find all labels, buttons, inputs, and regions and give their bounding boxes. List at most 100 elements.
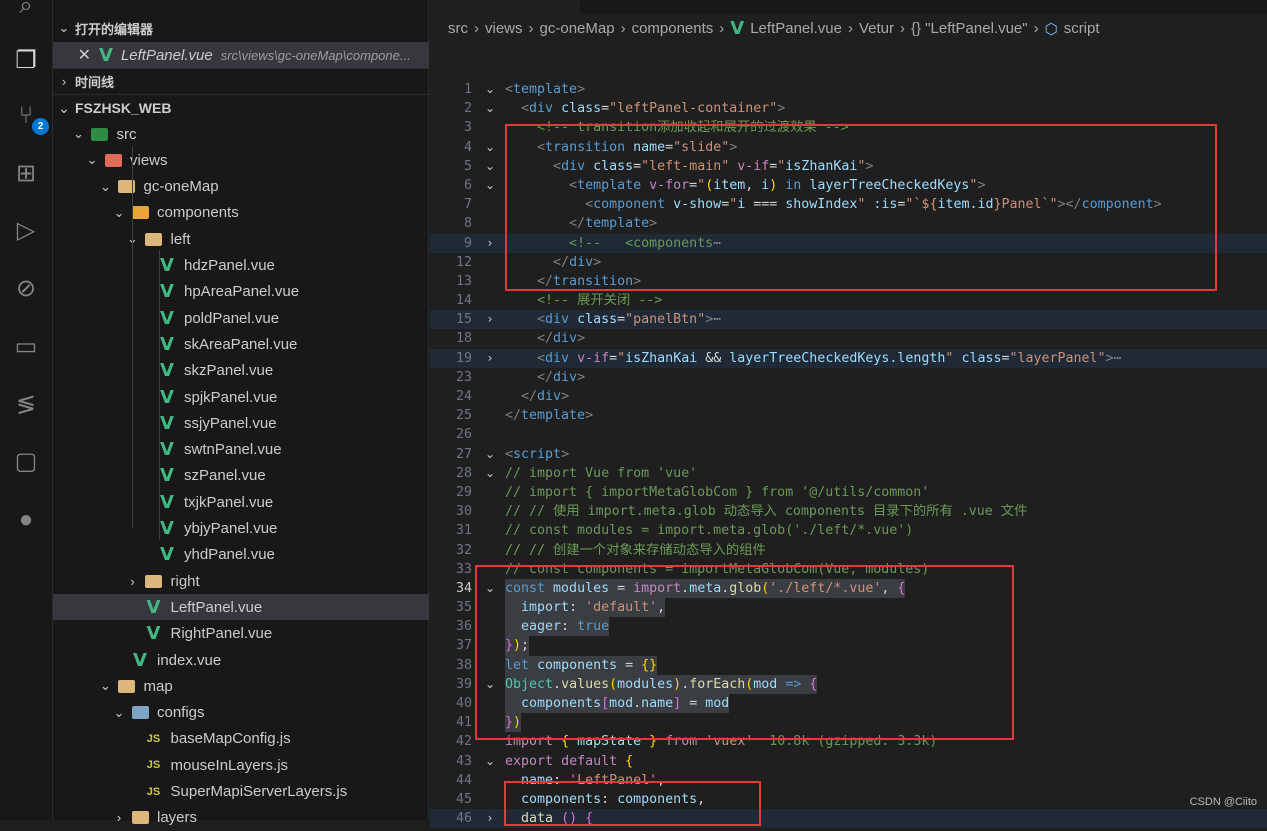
code-text: </div>: [505, 387, 569, 406]
fold-expanded-icon[interactable]: ⌄: [482, 464, 498, 483]
code-token: template: [513, 82, 578, 97]
tree-file[interactable]: VspjkPanel.vue: [53, 384, 429, 410]
code-line[interactable]: 26: [430, 425, 1267, 444]
code-line[interactable]: 25 </template>: [430, 406, 1267, 425]
close-icon[interactable]: ✕: [53, 45, 91, 65]
fold-collapsed-icon[interactable]: ›: [482, 234, 498, 253]
code-line[interactable]: 19 › <div v-if="isZhanKai && layerTreeChe…: [430, 348, 1267, 368]
tree-folder[interactable]: ⌄ map: [53, 673, 429, 699]
tree-folder[interactable]: ⌄ views: [53, 147, 429, 173]
code-line[interactable]: 2 ⌄ <div class="leftPanel-container">: [430, 99, 1267, 118]
line-number: 36: [455, 619, 472, 635]
fold-collapsed-icon[interactable]: ›: [482, 809, 498, 828]
code-line[interactable]: 32 // // 创建一个对象来存储动态导入的组件: [430, 541, 1267, 560]
tree-file[interactable]: VybjyPanel.vue: [53, 516, 429, 542]
tree-folder[interactable]: ⌄ configs: [53, 700, 429, 726]
chat-icon[interactable]: ▢: [8, 443, 44, 479]
code-text: <script>: [505, 445, 569, 464]
folder-icon: [131, 205, 149, 221]
folder-icon[interactable]: ▭: [8, 328, 44, 364]
chevron-down-icon: ⌄: [100, 178, 111, 194]
line-number: 5: [463, 158, 472, 174]
tree-file[interactable]: VtxjkPanel.vue: [53, 489, 429, 515]
source-control-icon[interactable]: ⑂ 2: [8, 98, 49, 135]
code-line[interactable]: 43 ⌄ export default {: [430, 752, 1267, 771]
search-icon[interactable]: ⌕: [8, 0, 44, 24]
breadcrumb-item[interactable]: LeftPanel.vue: [750, 20, 842, 37]
tree-file[interactable]: VskAreaPanel.vue: [53, 331, 429, 357]
open-editors-header[interactable]: ⌄ 打开的编辑器: [53, 15, 429, 41]
tree-file[interactable]: V LeftPanel.vue: [53, 594, 429, 621]
remote-icon[interactable]: ≶: [8, 386, 44, 422]
code-line[interactable]: 31 // const modules = import.meta.glob('.…: [430, 521, 1267, 540]
tree-file[interactable]: V RightPanel.vue: [53, 621, 429, 647]
code-line[interactable]: 23 </div>: [430, 368, 1267, 387]
code-text: // // 创建一个对象来存储动态导入的组件: [505, 541, 766, 560]
code-token: >: [1105, 350, 1114, 366]
tree-file[interactable]: VhdzPanel.vue: [53, 253, 429, 279]
extensions-icon[interactable]: ⊞: [8, 155, 44, 191]
fold-expanded-icon[interactable]: ⌄: [482, 99, 498, 118]
tree-file[interactable]: VswtnPanel.vue: [53, 437, 429, 463]
code-token: <: [505, 446, 514, 462]
tree-file[interactable]: VskzPanel.vue: [53, 358, 429, 384]
code-line[interactable]: 27 ⌄ <script>: [430, 445, 1267, 464]
breadcrumb-item[interactable]: gc-oneMap: [540, 20, 615, 37]
tree-file[interactable]: JS mouseInLayers.js: [53, 752, 429, 778]
breadcrumb-item[interactable]: views: [485, 20, 523, 37]
vue-file-icon: V: [160, 255, 174, 276]
code-token: =: [601, 101, 610, 117]
fold-expanded-icon[interactable]: ⌄: [482, 176, 498, 195]
code-text: <template>: [505, 80, 585, 99]
tab-leftpanel[interactable]: [430, 0, 580, 14]
code-line[interactable]: 1 ⌄ <template>: [430, 80, 1267, 99]
breadcrumb-item[interactable]: script: [1064, 20, 1100, 37]
tree-file[interactable]: VpoldPanel.vue: [53, 305, 429, 331]
timeline-header[interactable]: › 时间线: [53, 68, 429, 94]
code-token: </: [537, 331, 554, 347]
github-icon[interactable]: ●: [8, 502, 44, 538]
fold-expanded-icon[interactable]: ⌄: [482, 752, 498, 771]
fold-expanded-icon[interactable]: ⌄: [482, 80, 498, 99]
tree-file[interactable]: Vindex.vue: [53, 647, 429, 673]
fold-expanded-icon[interactable]: ⌄: [482, 445, 498, 464]
tree-file[interactable]: VssjyPanel.vue: [53, 410, 429, 436]
git-graph-icon[interactable]: ⊘: [8, 270, 44, 306]
fold-expanded-icon[interactable]: ⌄: [482, 138, 498, 157]
breadcrumb-item[interactable]: Vetur: [859, 20, 894, 37]
code-line[interactable]: 29 // import { importMetaGlobCom } from '…: [430, 483, 1267, 502]
tree-folder[interactable]: ⌄left: [53, 226, 429, 252]
breadcrumb-item[interactable]: {} "LeftPanel.vue": [911, 20, 1028, 37]
folder-icon: [118, 678, 136, 694]
editor: src › views › gc-oneMap › components › V LeftPane…: [430, 0, 1267, 829]
code-token: </: [505, 408, 522, 424]
fold-expanded-icon[interactable]: ⌄: [482, 157, 498, 176]
explorer-icon[interactable]: ❐: [8, 42, 44, 78]
tree-file[interactable]: JS SuperMapiServerLayers.js: [53, 779, 429, 805]
tree-folder[interactable]: › right: [53, 568, 429, 594]
open-editor-item[interactable]: ✕ V LeftPanel.vue src\views\gc-oneMap\co…: [53, 42, 429, 68]
fold-collapsed-icon[interactable]: ›: [482, 349, 498, 368]
tree-folder[interactable]: › layers: [53, 805, 429, 831]
code-line[interactable]: 24 </div>: [430, 387, 1267, 406]
code-line[interactable]: 18 </div>: [430, 329, 1267, 348]
tree-folder[interactable]: ⌄ gc-oneMap: [53, 174, 429, 200]
code-text: <!-- 展开关闭 -->: [505, 291, 662, 310]
tree-file[interactable]: VhpAreaPanel.vue: [53, 279, 429, 305]
chevron-down-icon: ⌄: [86, 152, 98, 168]
code-line[interactable]: 30 // // 使用 import.meta.glob 动态导入 compone…: [430, 502, 1267, 521]
run-debug-icon[interactable]: ▷: [8, 212, 44, 248]
tree-file[interactable]: VyhdPanel.vue: [53, 542, 429, 568]
tree-folder[interactable]: ⌄ components: [53, 200, 429, 226]
breadcrumb-item[interactable]: src: [448, 20, 468, 37]
breadcrumb-item[interactable]: components: [632, 20, 714, 37]
tree-file[interactable]: VszPanel.vue: [53, 463, 429, 489]
code-line[interactable]: 28 ⌄ // import Vue from 'vue': [430, 464, 1267, 483]
tree-file[interactable]: JS baseMapConfig.js: [53, 726, 429, 752]
project-header[interactable]: ⌄ FSZHSK_WEB: [53, 95, 429, 121]
code-line[interactable]: 14 <!-- 展开关闭 -->: [430, 291, 1267, 310]
code-line[interactable]: 15 › <div class="panelBtn">⋯: [430, 310, 1267, 330]
fold-collapsed-icon[interactable]: ›: [482, 310, 498, 329]
tree-folder[interactable]: ⌄ src: [53, 121, 429, 147]
